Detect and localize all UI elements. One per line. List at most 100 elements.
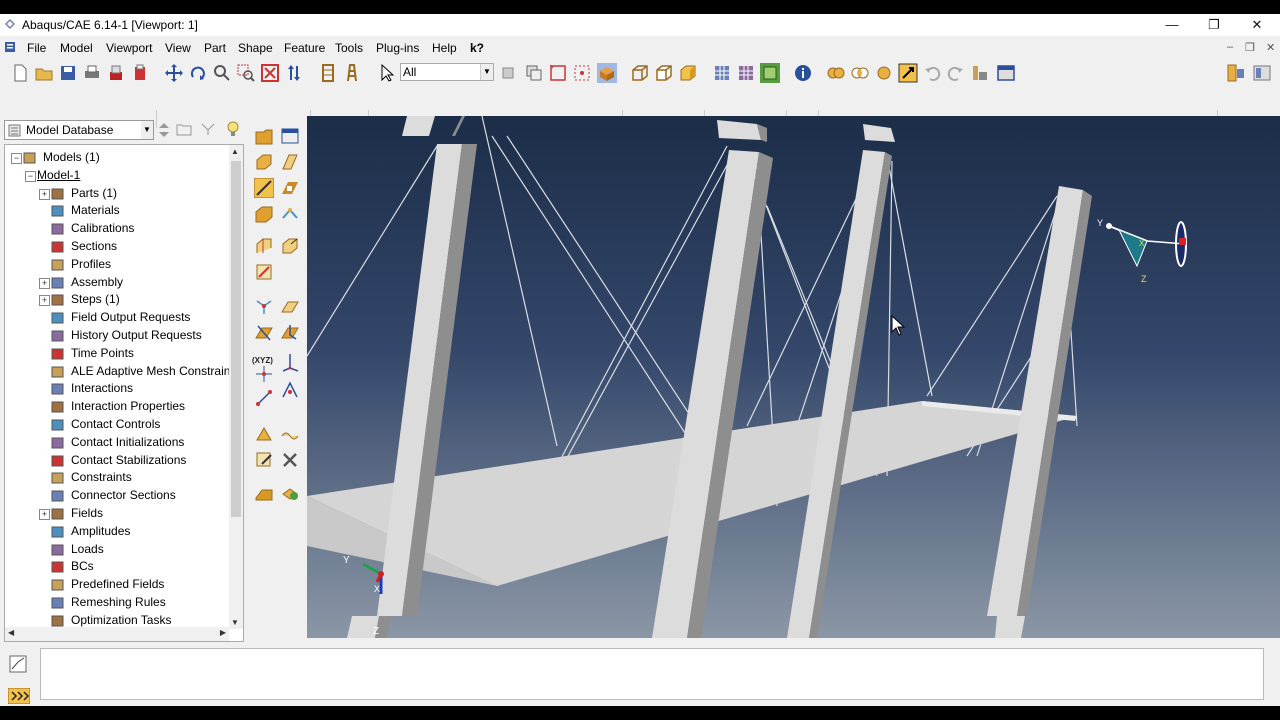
tool-pick-icon[interactable] <box>898 63 918 83</box>
mesh-instance-icon[interactable] <box>760 63 780 83</box>
point-by-coordinates-icon[interactable] <box>254 364 274 384</box>
boolean-intersect-icon[interactable] <box>850 63 870 83</box>
shaded-icon[interactable] <box>678 63 698 83</box>
mdi-minimize-button[interactable]: – <box>1227 41 1233 53</box>
scroll-left-icon[interactable]: ◀ <box>8 628 14 637</box>
midpoint-icon[interactable] <box>280 380 300 400</box>
tree-horizontal-scrollbar[interactable]: ◀ ▶ <box>5 627 229 641</box>
datum-csys-icon[interactable] <box>280 322 300 342</box>
create-mirror-icon[interactable] <box>280 204 300 224</box>
mesh-visible-icon[interactable] <box>712 63 732 83</box>
viewport-layout-icon[interactable] <box>996 63 1016 83</box>
create-wire-icon[interactable] <box>254 178 274 198</box>
edit-feature-icon[interactable] <box>254 450 274 470</box>
lightbulb-icon[interactable] <box>225 120 241 138</box>
undo-icon[interactable] <box>922 63 942 83</box>
expand-icon[interactable]: + <box>39 188 50 200</box>
box-select-icon[interactable] <box>548 63 568 83</box>
collapse-icon[interactable]: − <box>11 153 22 164</box>
print-model-icon[interactable] <box>106 63 126 83</box>
surface-manager-icon[interactable] <box>280 424 300 444</box>
datum-point-icon[interactable] <box>254 296 274 316</box>
csys-axis-icon[interactable] <box>280 352 300 372</box>
restore-button[interactable]: ❐ <box>1199 16 1229 34</box>
view-manager-icon[interactable] <box>970 63 990 83</box>
select-arrow-icon[interactable] <box>377 63 397 83</box>
create-part-icon[interactable] <box>254 126 274 146</box>
select-solid-icon[interactable] <box>597 63 617 83</box>
tree-up-down-icon[interactable] <box>158 122 170 138</box>
set-assignment-icon[interactable] <box>254 424 274 444</box>
create-solid-extrude-icon[interactable] <box>254 152 274 172</box>
tree-vertical-scrollbar[interactable]: ▲ ▼ <box>229 145 243 629</box>
viewport[interactable]: Y X Z Y X Z <box>307 116 1280 638</box>
menu-shape[interactable]: Shape <box>238 41 273 55</box>
document-icon[interactable] <box>4 41 16 53</box>
partition-cell-icon[interactable] <box>280 236 300 256</box>
offset-point-icon[interactable] <box>254 388 274 408</box>
part-manager-icon[interactable] <box>280 126 300 146</box>
tools-icon[interactable] <box>280 450 300 470</box>
menu-view[interactable]: View <box>165 41 191 55</box>
model-database-selector[interactable]: Model Database ▼ <box>4 120 154 140</box>
vertical-datum-icon[interactable] <box>318 63 338 83</box>
chevron-down-icon[interactable]: ▼ <box>141 121 153 139</box>
model-tree[interactable]: − Models (1) − Model-1 + Parts (1) Materials Ca… <box>4 144 244 642</box>
repair-icon[interactable] <box>254 484 274 504</box>
command-line-icon[interactable] <box>8 688 30 704</box>
sphere-icon[interactable] <box>874 63 894 83</box>
scroll-up-icon[interactable]: ▲ <box>231 147 239 156</box>
scroll-right-icon[interactable]: ▶ <box>220 628 226 637</box>
module-layout-icon[interactable] <box>1226 63 1246 83</box>
print-icon[interactable] <box>82 63 102 83</box>
tree-filter-icon[interactable] <box>200 121 216 137</box>
menu-tools[interactable]: Tools <box>335 41 363 55</box>
chevron-down-icon[interactable]: ▼ <box>480 64 493 80</box>
mesh-part-icon[interactable] <box>736 63 756 83</box>
tree-scroll-thumb[interactable] <box>231 161 241 517</box>
hidden-line-icon[interactable] <box>654 63 674 83</box>
virtual-topology-icon[interactable] <box>280 484 300 504</box>
pan-icon[interactable] <box>164 63 184 83</box>
new-file-icon[interactable] <box>10 63 30 83</box>
scroll-down-icon[interactable]: ▼ <box>231 618 239 627</box>
tree-toggle-icon[interactable] <box>1252 63 1272 83</box>
expand-icon[interactable]: + <box>39 295 50 307</box>
tower-icon[interactable] <box>342 63 362 83</box>
datum-plane-icon[interactable] <box>280 296 300 316</box>
menu-part[interactable]: Part <box>204 41 226 55</box>
box-zoom-icon[interactable] <box>236 63 256 83</box>
create-round-icon[interactable] <box>254 204 274 224</box>
minimize-button[interactable]: — <box>1157 16 1187 34</box>
close-button[interactable]: ✕ <box>1242 16 1272 34</box>
select-nodes-icon[interactable] <box>572 63 592 83</box>
partition-face-icon[interactable] <box>254 236 274 256</box>
collapse-icon[interactable]: − <box>25 170 36 182</box>
mdi-restore-button[interactable]: ❐ <box>1245 41 1255 54</box>
boolean-union-icon[interactable] <box>826 63 846 83</box>
redo-icon[interactable] <box>946 63 966 83</box>
tree-folder-icon[interactable] <box>176 121 192 137</box>
expand-icon[interactable]: + <box>39 509 50 520</box>
zoom-icon[interactable] <box>212 63 232 83</box>
mdi-close-button[interactable]: ✕ <box>1266 41 1275 54</box>
select-geometry-icon[interactable] <box>524 63 544 83</box>
wireframe-icon[interactable] <box>630 63 650 83</box>
rotate-icon[interactable] <box>188 63 208 83</box>
context-help-button[interactable]: k? <box>470 41 484 55</box>
auto-fit-icon[interactable] <box>260 63 280 83</box>
menu-help[interactable]: Help <box>432 41 457 55</box>
write-output-icon[interactable] <box>130 63 150 83</box>
menu-plugins[interactable]: Plug-ins <box>376 41 419 55</box>
create-shell-icon[interactable] <box>280 152 300 172</box>
menu-viewport[interactable]: Viewport <box>106 41 152 55</box>
cycle-views-icon[interactable] <box>284 63 304 83</box>
create-datum-icon[interactable] <box>254 262 274 282</box>
selection-options-icon[interactable] <box>498 63 518 83</box>
expand-icon[interactable]: + <box>39 277 50 289</box>
message-area[interactable] <box>40 648 1264 700</box>
query-info-icon[interactable] <box>793 63 813 83</box>
menu-file[interactable]: File <box>27 41 46 55</box>
save-icon[interactable] <box>58 63 78 83</box>
menu-model[interactable]: Model <box>60 41 93 55</box>
